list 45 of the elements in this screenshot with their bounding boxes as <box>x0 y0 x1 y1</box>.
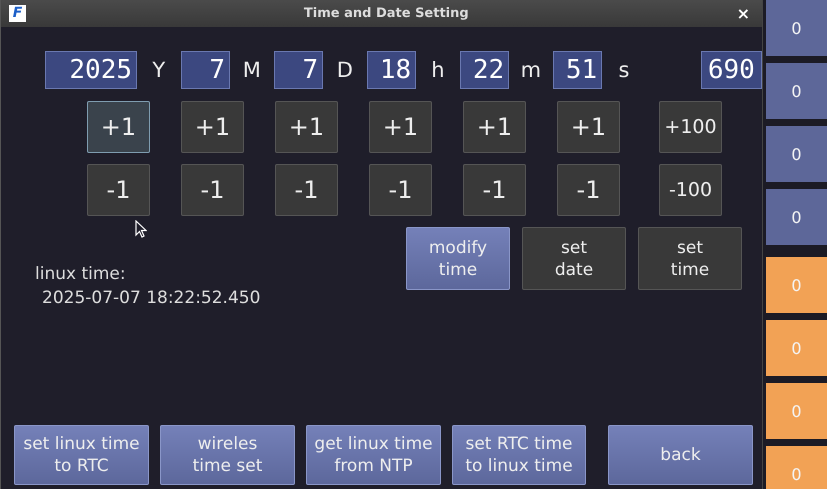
increment-button[interactable]: +1 <box>557 101 620 153</box>
bottom-button[interactable]: set RTC time to linux time <box>452 425 586 485</box>
action-button[interactable]: set date <box>522 227 626 290</box>
linux-time-label: linux time: <box>35 263 127 286</box>
window-title: Time and Date Setting <box>302 6 470 21</box>
digit-display: 51 <box>552 51 602 89</box>
unit-label: s <box>617 58 630 82</box>
app-logo: F <box>9 5 26 22</box>
decrement-button[interactable]: -1 <box>369 164 432 216</box>
bottom-button[interactable]: set linux time to RTC <box>14 425 149 485</box>
increment-button[interactable]: +1 <box>463 101 526 153</box>
digit-display: 7 <box>180 51 230 89</box>
increment-button[interactable]: +100 <box>659 101 722 153</box>
increment-button[interactable]: +1 <box>87 101 150 153</box>
action-button[interactable]: set time <box>638 227 742 290</box>
decrement-button[interactable]: -1 <box>87 164 150 216</box>
counter-tile[interactable]: 0 <box>766 0 827 56</box>
mouse-pointer-icon <box>135 220 147 238</box>
increment-button[interactable]: +1 <box>369 101 432 153</box>
decrement-button[interactable]: -1 <box>181 164 244 216</box>
action-button[interactable]: modify time <box>406 227 510 290</box>
digit-display: 22 <box>460 51 510 89</box>
digit-display: 18 <box>366 51 416 89</box>
decrement-button[interactable]: -1 <box>557 164 620 216</box>
increment-button[interactable]: +1 <box>181 101 244 153</box>
counter-tile[interactable]: 0 <box>766 63 827 119</box>
decrement-button[interactable]: -100 <box>659 164 722 216</box>
counter-tile[interactable]: 0 <box>766 189 827 245</box>
unit-label: D <box>336 58 354 82</box>
unit-label: M <box>242 58 262 82</box>
bottom-button[interactable]: back <box>608 425 753 485</box>
linux-time-value: 2025-07-07 18:22:52.450 <box>41 287 260 310</box>
counter-tile[interactable]: 0 <box>766 126 827 182</box>
digit-display: 690 <box>700 51 762 89</box>
unit-label: m <box>520 58 542 82</box>
decrement-button[interactable]: -1 <box>275 164 338 216</box>
unit-label: Y <box>151 58 166 82</box>
bottom-button[interactable]: wireles time set <box>160 425 295 485</box>
digit-display: 7 <box>274 51 324 89</box>
unit-label: h <box>430 58 446 82</box>
bottom-button[interactable]: get linux time from NTP <box>306 425 441 485</box>
decrement-button[interactable]: -1 <box>463 164 526 216</box>
digit-display: 2025 <box>45 51 138 89</box>
increment-button[interactable]: +1 <box>275 101 338 153</box>
close-button[interactable]: × <box>732 4 754 23</box>
